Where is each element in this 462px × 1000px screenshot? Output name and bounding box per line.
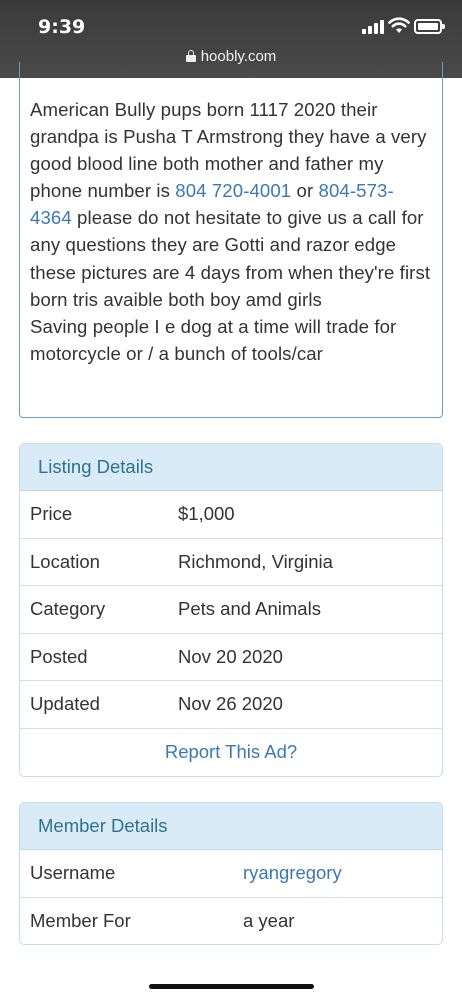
detail-row-category: Category Pets and Animals [20,586,442,634]
listing-description: American Bully pups born 1117 2020 their… [30,96,432,367]
wifi-icon [388,17,410,33]
detail-value: Nov 26 2020 [178,693,283,715]
phone-link-1[interactable]: 804 720-4001 [175,180,291,201]
description-text-continued: please do not hesitate to give us a call… [30,207,431,364]
clock-time: 9:39 [38,16,86,38]
detail-label: Posted [30,645,88,667]
detail-row-location: Location Richmond, Virginia [20,539,442,586]
detail-label: Updated [30,693,100,715]
battery-icon [414,19,445,34]
detail-row-updated: Updated Nov 26 2020 [20,681,442,729]
member-label: Username [30,862,116,884]
detail-row-posted: Posted Nov 20 2020 [20,634,442,681]
detail-label: Category [30,598,106,620]
detail-value: Richmond, Virginia [178,550,333,572]
detail-label: Location [30,550,100,572]
lock-icon [185,50,196,62]
detail-label: Price [30,503,73,525]
member-details-panel: Member Details Username ryangregory Memb… [19,802,443,945]
member-value: a year [243,910,295,932]
home-indicator[interactable] [149,984,314,989]
cellular-signal-icon [362,20,384,34]
username-link[interactable]: ryangregory [243,862,342,884]
report-ad-row: Report This Ad? [20,729,442,777]
member-row-username: Username ryangregory [20,850,442,898]
listing-details-panel: Listing Details Price $1,000 Location Ri… [19,443,443,777]
listing-details-title: Listing Details [20,444,442,491]
member-details-title: Member Details [20,803,442,850]
description-text-or: or [291,180,319,202]
detail-value: Pets and Animals [178,598,321,620]
listing-description-card: American Bully pups born 1117 2020 their… [19,62,443,418]
detail-value: $1,000 [178,503,235,525]
member-row-member-for: Member For a year [20,898,442,945]
detail-row-price: Price $1,000 [20,491,442,539]
member-label: Member For [30,910,131,932]
report-ad-link[interactable]: Report This Ad? [165,741,297,763]
detail-value: Nov 20 2020 [178,645,283,667]
